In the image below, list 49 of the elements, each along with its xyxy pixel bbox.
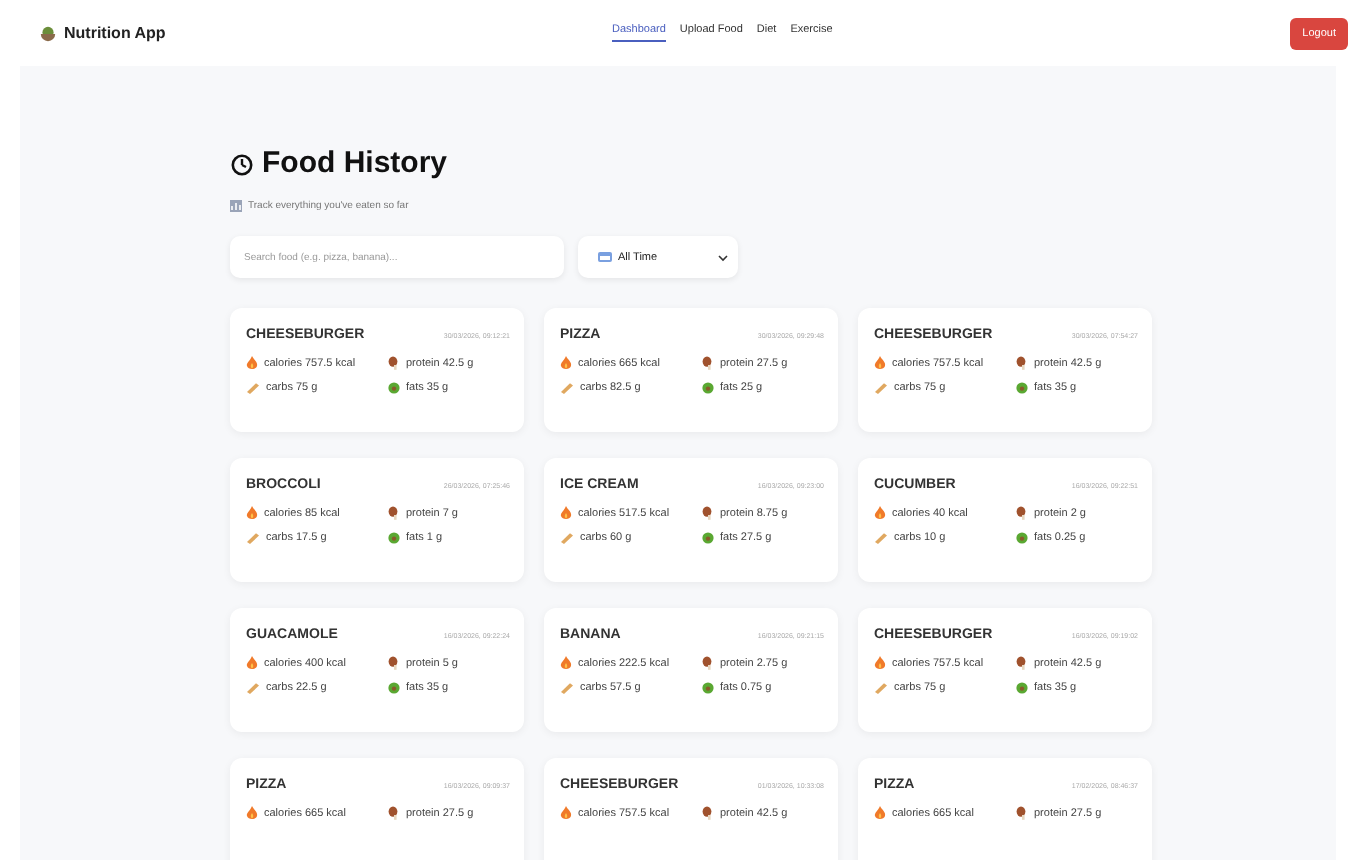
- bread-icon: [874, 532, 888, 544]
- avocado-icon: [388, 382, 400, 394]
- avocado-icon: [702, 682, 714, 694]
- chart-icon: [230, 200, 242, 212]
- flame-icon: [246, 506, 258, 520]
- drumstick-icon: [1016, 806, 1028, 820]
- drumstick-icon: [702, 356, 714, 370]
- bread-icon: [874, 382, 888, 394]
- avocado-icon: [388, 682, 400, 694]
- chevron-down-icon: [718, 253, 728, 261]
- drumstick-icon: [702, 656, 714, 670]
- page-title: Food History: [262, 146, 447, 180]
- flame-icon: [246, 356, 258, 370]
- bread-icon: [246, 682, 260, 694]
- drumstick-icon: [702, 806, 714, 820]
- bread-icon: [246, 382, 260, 394]
- drumstick-icon: [1016, 656, 1028, 670]
- flame-icon: [560, 806, 572, 820]
- flame-icon: [560, 356, 572, 370]
- app-title: Nutrition App: [64, 24, 166, 42]
- bread-icon: [560, 382, 574, 394]
- flame-icon: [874, 656, 886, 670]
- avocado-icon: [388, 532, 400, 544]
- flame-icon: [874, 806, 886, 820]
- drumstick-icon: [1016, 356, 1028, 370]
- flame-icon: [560, 506, 572, 520]
- bread-icon: [246, 532, 260, 544]
- avocado-icon: [702, 382, 714, 394]
- avocado-icon: [1016, 532, 1028, 544]
- avocado-icon: [702, 532, 714, 544]
- bowl-icon: [40, 25, 56, 41]
- flame-icon: [246, 656, 258, 670]
- calendar-icon: [598, 252, 612, 262]
- avocado-icon: [1016, 682, 1028, 694]
- flame-icon: [874, 356, 886, 370]
- flame-icon: [874, 506, 886, 520]
- avocado-icon: [1016, 382, 1028, 394]
- flame-icon: [246, 806, 258, 820]
- drumstick-icon: [1016, 506, 1028, 520]
- stopwatch-icon: [230, 151, 254, 175]
- bread-icon: [560, 682, 574, 694]
- drumstick-icon: [388, 506, 400, 520]
- drumstick-icon: [388, 656, 400, 670]
- drumstick-icon: [388, 806, 400, 820]
- bread-icon: [560, 532, 574, 544]
- drumstick-icon: [702, 506, 714, 520]
- drumstick-icon: [388, 356, 400, 370]
- bread-icon: [874, 682, 888, 694]
- flame-icon: [560, 656, 572, 670]
